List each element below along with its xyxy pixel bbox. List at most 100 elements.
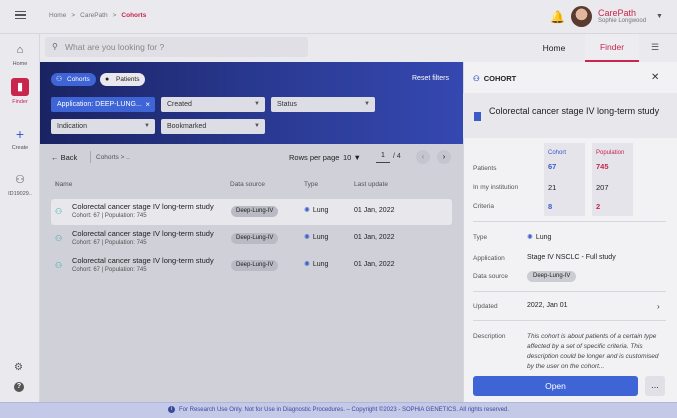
- left-rail: ⌂ Home ▮ Finder + Create ⚇ ID19029..: [0, 34, 40, 402]
- row-subtitle: Cohort: 67 | Population: 745: [72, 213, 147, 219]
- list-breadcrumb[interactable]: Cohorts > ..: [96, 154, 130, 161]
- type-value: ✺ Lung: [527, 233, 551, 241]
- help-icon[interactable]: ?: [14, 382, 24, 392]
- breadcrumb-home[interactable]: Home: [49, 12, 66, 19]
- rail-item-finder[interactable]: ▮ Finder: [0, 78, 40, 105]
- column-source[interactable]: Data source: [230, 181, 265, 188]
- page-total: / 4: [393, 153, 401, 160]
- reset-filters-button[interactable]: Reset filters: [412, 75, 449, 82]
- application-value: Stage IV NSCLC - Full study: [527, 254, 616, 261]
- list-item[interactable]: ⚇ Colorectal cancer stage IV long-term s…: [51, 226, 452, 252]
- stat-population: 2: [596, 202, 601, 211]
- group-icon: ⚇: [55, 261, 63, 270]
- type-label: Type: [473, 234, 488, 241]
- page-input[interactable]: 1: [376, 152, 390, 163]
- rail-item-home[interactable]: ⌂ Home: [0, 42, 40, 67]
- arrow-up-icon: ↑: [55, 181, 59, 188]
- search-placeholder[interactable]: What are you looking for ?: [65, 42, 164, 52]
- plus-icon: +: [15, 126, 25, 142]
- open-button[interactable]: Open: [473, 376, 638, 396]
- chevron-down-icon: ▼: [364, 101, 370, 107]
- filter-status-label: Status: [277, 101, 297, 108]
- divider: [473, 291, 666, 292]
- sliders-icon[interactable]: ☰: [651, 42, 659, 53]
- back-button[interactable]: ← Back: [51, 153, 77, 162]
- row-date: 01 Jan, 2022: [354, 234, 395, 241]
- row-type-label: Lung: [312, 261, 329, 268]
- filter-application[interactable]: Application: DEEP-LUNG... ×: [51, 97, 155, 112]
- row-type: ✺ Lung: [304, 206, 328, 214]
- rows-per-page-label: Rows per page: [289, 153, 340, 162]
- column-type[interactable]: Type: [304, 181, 318, 188]
- segment-patients[interactable]: ● Patients: [100, 73, 145, 86]
- close-icon[interactable]: ✕: [651, 72, 659, 83]
- type-value-label: Lung: [535, 234, 552, 241]
- filter-status[interactable]: Status ▼: [271, 97, 375, 112]
- list-item[interactable]: ⚇ Colorectal cancer stage IV long-term s…: [51, 199, 452, 225]
- row-type-label: Lung: [312, 207, 329, 214]
- filter-indication[interactable]: Indication ▼: [51, 119, 155, 134]
- avatar[interactable]: [571, 6, 592, 27]
- stat-cohort: 21: [548, 183, 557, 192]
- chevron-down-icon: ▼: [254, 101, 260, 107]
- chevron-down-icon: ▼: [353, 153, 361, 162]
- lung-icon: ✺: [304, 207, 310, 214]
- more-button[interactable]: ...: [645, 376, 665, 396]
- footer-text: For Research Use Only. Not for Use in Di…: [178, 407, 510, 413]
- gear-icon[interactable]: ⚙: [14, 362, 23, 373]
- updated-label: Updated: [473, 303, 498, 310]
- chevron-down-icon[interactable]: ▼: [656, 13, 663, 20]
- person-icon: ●: [105, 76, 110, 83]
- row-source-badge: Deep-Lung-IV: [231, 260, 279, 271]
- group-icon: ⚇: [55, 207, 63, 216]
- stat-label: Patients: [473, 165, 497, 172]
- row-source-badge: Deep-Lung-IV: [231, 233, 279, 244]
- menu-icon[interactable]: [15, 11, 26, 19]
- segment-cohorts[interactable]: ⚇ Cohorts: [51, 73, 96, 86]
- close-icon[interactable]: ×: [145, 97, 150, 112]
- row-source-badge: Deep-Lung-IV: [231, 206, 279, 217]
- column-updated[interactable]: Last update: [354, 181, 388, 188]
- stat-population: 745: [596, 162, 609, 171]
- tab-finder[interactable]: Finder: [585, 34, 639, 62]
- bookmark-icon[interactable]: [474, 112, 481, 121]
- description-label: Description: [473, 333, 506, 340]
- tab-home[interactable]: Home: [527, 34, 581, 62]
- breadcrumb-carepath[interactable]: CarePath: [80, 12, 107, 19]
- chevron-right-icon[interactable]: ›: [657, 302, 660, 311]
- list-item[interactable]: ⚇ Colorectal cancer stage IV long-term s…: [51, 253, 452, 279]
- group-icon: ⚇: [15, 174, 25, 186]
- bell-icon[interactable]: 🔔: [550, 10, 565, 24]
- divider: [473, 320, 666, 321]
- rail-label-home: Home: [12, 61, 28, 67]
- row-title: Colorectal cancer stage IV long-term stu…: [72, 229, 214, 238]
- divider: [473, 221, 666, 222]
- row-date: 01 Jan, 2022: [354, 207, 395, 214]
- panel-title: Colorectal cancer stage IV long-term stu…: [489, 106, 660, 116]
- rows-per-page-value: 10: [343, 153, 352, 162]
- row-title: Colorectal cancer stage IV long-term stu…: [72, 256, 214, 265]
- breadcrumb: Home > CarePath > Cohorts: [49, 12, 146, 19]
- filter-created[interactable]: Created ▼: [161, 97, 265, 112]
- rail-label-finder: Finder: [12, 99, 28, 105]
- prev-page-button[interactable]: ‹: [416, 150, 430, 164]
- stat-population: 207: [596, 183, 609, 192]
- footer: i For Research Use Only. Not for Use in D…: [0, 402, 677, 418]
- breadcrumb-current: Cohorts: [121, 12, 147, 19]
- filter-bookmarked[interactable]: Bookmarked ▼: [161, 119, 265, 134]
- application-label: Application: [473, 255, 505, 262]
- divider: [90, 151, 91, 163]
- filter-bookmarked-label: Bookmarked: [167, 123, 207, 130]
- rows-per-page-select[interactable]: 10 ▼: [343, 153, 361, 162]
- filter-application-label: Application: DEEP-LUNG...: [57, 101, 142, 108]
- rail-label-create: Create: [11, 145, 29, 151]
- back-label: Back: [60, 153, 78, 162]
- row-type-label: Lung: [312, 234, 329, 241]
- rail-item-create[interactable]: + Create: [0, 126, 40, 151]
- next-page-button[interactable]: ›: [437, 150, 451, 164]
- col-population-header: Population: [596, 150, 625, 156]
- user-name[interactable]: Sophie Longwood: [598, 18, 646, 24]
- info-icon: i: [167, 405, 175, 413]
- rail-item-id[interactable]: ⚇ ID19029..: [0, 172, 40, 197]
- lung-icon: ✺: [304, 234, 310, 241]
